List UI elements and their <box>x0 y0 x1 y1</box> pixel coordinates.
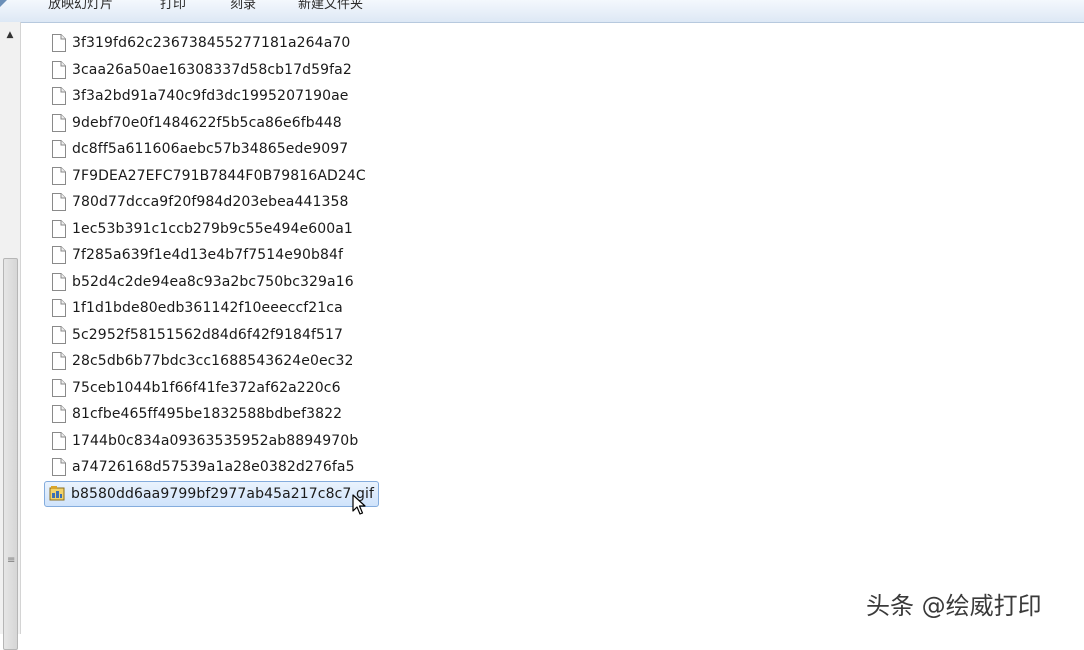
blank-file-icon <box>52 193 66 211</box>
blank-file-icon <box>52 219 66 238</box>
file-name-label: 7F9DEA27EFC791B7844F0B79816AD24C <box>72 167 366 184</box>
file-item-selected[interactable]: b8580dd6aa9799bf2977ab45a217c8c7.gif <box>44 480 379 507</box>
file-item[interactable]: 1f1d1bde80edb361142f10eeeccf21ca <box>44 296 343 320</box>
file-name-label: 75ceb1044b1f66f41fe372af62a220c6 <box>72 379 341 396</box>
blank-file-icon <box>52 325 66 344</box>
file-item[interactable]: 3caa26a50ae16308337d58cb17d59fa2 <box>44 58 352 82</box>
toolbar-corner-decoration <box>0 0 7 7</box>
vertical-scrollbar[interactable]: ▲ ≡ <box>0 22 21 650</box>
toolbar: 放映幻灯片 打印 刻录 新建文件夹 <box>0 0 1084 23</box>
file-item[interactable]: 7f285a639f1e4d13e4b7f7514e90b84f <box>44 243 343 267</box>
mouse-cursor-icon <box>352 494 366 520</box>
blank-file-icon <box>52 405 66 423</box>
file-name-label: b8580dd6aa9799bf2977ab45a217c8c7.gif <box>71 485 374 502</box>
blank-file-icon <box>52 272 66 291</box>
file-item[interactable]: 1744b0c834a09363535952ab8894970b <box>44 429 358 453</box>
blank-file-icon <box>52 87 66 105</box>
file-name-label: 3f319fd62c236738455277181a264a70 <box>72 35 351 51</box>
blank-file-icon <box>52 60 66 79</box>
file-item[interactable]: dc8ff5a611606aebc57b34865ede9097 <box>44 137 348 161</box>
blank-file-icon <box>52 431 66 450</box>
blank-file-icon <box>52 140 66 158</box>
file-name-label: a74726168d57539a1a28e0382d276fa5 <box>72 459 355 475</box>
file-item[interactable]: 3f3a2bd91a740c9fd3dc1995207190ae <box>44 84 349 108</box>
blank-file-icon <box>52 246 66 264</box>
file-item[interactable]: 28c5db6b77bdc3cc1688543624e0ec32 <box>44 349 354 373</box>
file-name-label: 3f3a2bd91a740c9fd3dc1995207190ae <box>72 88 349 104</box>
file-item[interactable]: 1ec53b391c1ccb279b9c55e494e600a1 <box>44 217 353 241</box>
scroll-grip-icon: ≡ <box>7 555 16 566</box>
file-name-label: 1ec53b391c1ccb279b9c55e494e600a1 <box>72 220 353 237</box>
toolbar-slideshow-button[interactable]: 放映幻灯片 <box>48 0 113 12</box>
file-item[interactable]: 81cfbe465ff495be1832588bdbef3822 <box>44 402 342 426</box>
file-item[interactable]: b52d4c2de94ea8c93a2bc750bc329a16 <box>44 270 354 294</box>
file-name-label: 28c5db6b77bdc3cc1688543624e0ec32 <box>72 353 354 369</box>
blank-file-icon <box>52 113 66 132</box>
toolbar-new-folder-button[interactable]: 新建文件夹 <box>298 0 363 12</box>
file-item[interactable]: a74726168d57539a1a28e0382d276fa5 <box>44 455 355 479</box>
scroll-thumb[interactable]: ≡ <box>3 258 18 650</box>
file-item[interactable]: 75ceb1044b1f66f41fe372af62a220c6 <box>44 376 341 400</box>
watermark-text: 头条 @绘威打印 <box>866 592 1042 620</box>
gif-image-icon <box>49 485 65 503</box>
blank-file-icon <box>52 34 66 52</box>
file-name-label: 780d77dcca9f20f984d203ebea441358 <box>72 194 349 210</box>
blank-file-icon <box>52 166 66 185</box>
file-item[interactable]: 7F9DEA27EFC791B7844F0B79816AD24C <box>44 164 366 188</box>
file-name-label: b52d4c2de94ea8c93a2bc750bc329a16 <box>72 273 354 290</box>
file-name-label: 9debf70e0f1484622f5b5ca86e6fb448 <box>72 114 342 131</box>
file-name-label: 7f285a639f1e4d13e4b7f7514e90b84f <box>72 247 344 263</box>
file-item[interactable]: 5c2952f58151562d84d6f42f9184f517 <box>44 323 343 347</box>
blank-file-icon <box>52 458 66 476</box>
file-item[interactable]: 3f319fd62c236738455277181a264a70 <box>44 31 350 55</box>
file-name-label: 1f1d1bde80edb361142f10eeeccf21ca <box>72 300 343 316</box>
toolbar-print-button[interactable]: 打印 <box>160 0 186 12</box>
file-name-label: dc8ff5a611606aebc57b34865ede9097 <box>72 141 349 157</box>
blank-file-icon <box>52 352 66 370</box>
toolbar-burn-button[interactable]: 刻录 <box>230 0 256 12</box>
file-name-label: 3caa26a50ae16308337d58cb17d59fa2 <box>72 61 352 78</box>
file-name-label: 5c2952f58151562d84d6f42f9184f517 <box>72 326 344 343</box>
file-name-label: 1744b0c834a09363535952ab8894970b <box>72 432 359 449</box>
blank-file-icon <box>52 299 66 317</box>
file-item[interactable]: 780d77dcca9f20f984d203ebea441358 <box>44 190 349 214</box>
file-item[interactable]: 9debf70e0f1484622f5b5ca86e6fb448 <box>44 111 342 135</box>
blank-file-icon <box>52 378 66 397</box>
file-name-label: 81cfbe465ff495be1832588bdbef3822 <box>72 406 343 422</box>
scroll-up-arrow-icon[interactable]: ▲ <box>4 30 16 40</box>
